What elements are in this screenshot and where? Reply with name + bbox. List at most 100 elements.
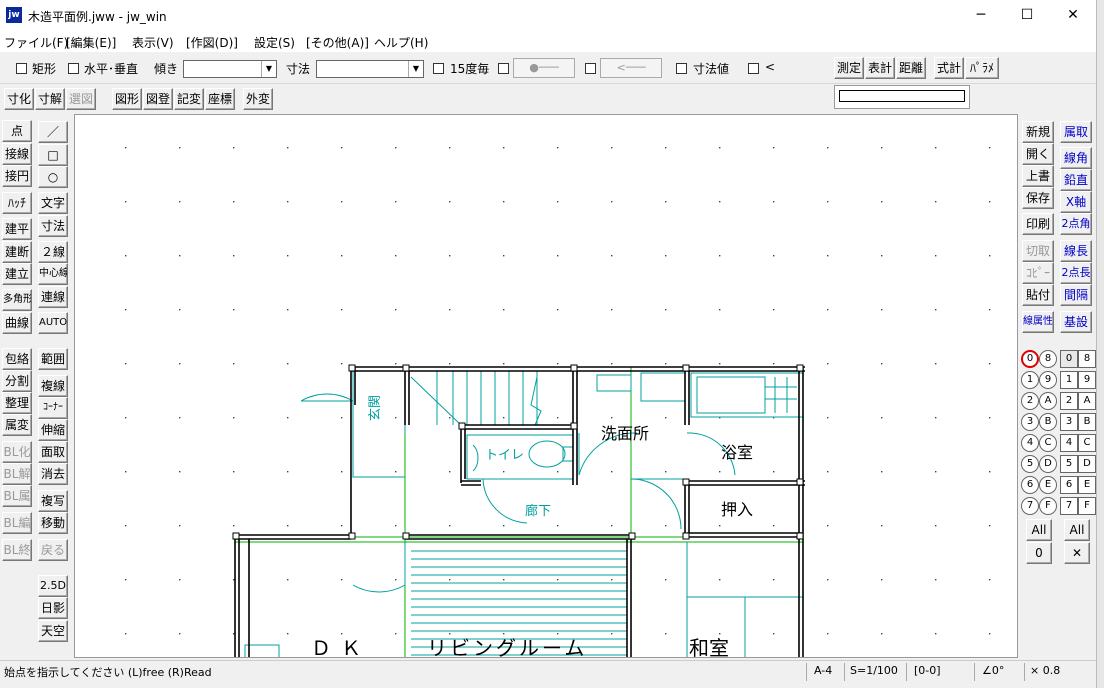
maximize-button[interactable]: ☐ (1004, 0, 1050, 32)
group-button-2[interactable]: 2 (1021, 392, 1039, 410)
layer-button-F[interactable]: F (1078, 497, 1096, 515)
tool-corner[interactable]: ｺｰﾅｰ (38, 397, 68, 419)
group-button-6[interactable]: 6 (1021, 476, 1039, 494)
tool-shadow[interactable]: 日影 (38, 597, 68, 619)
line-angle-button[interactable]: 線角 (1060, 147, 1092, 169)
zoom-display[interactable]: × 0.8 (1030, 664, 1060, 677)
line-type-preview[interactable] (834, 85, 970, 109)
cut-button[interactable]: 切取 (1022, 240, 1054, 262)
tool-attr-change[interactable]: 属変 (2, 414, 32, 436)
tool-auto[interactable]: AUTO (38, 312, 68, 334)
layer-button-D[interactable]: D (1078, 455, 1096, 473)
line-length-button[interactable]: 線長 (1060, 240, 1092, 262)
tool-block-edit[interactable]: BL編 (2, 512, 32, 534)
layer-button-9[interactable]: 9 (1078, 371, 1096, 389)
angle-display[interactable]: ∠0° (982, 664, 1004, 677)
menu-draw[interactable]: [作図(D)] (186, 34, 238, 51)
group-button-C[interactable]: C (1039, 434, 1057, 452)
layer-button-7[interactable]: 7 (1060, 497, 1078, 515)
group-button-4[interactable]: 4 (1021, 434, 1039, 452)
layer-button-5[interactable]: 5 (1060, 455, 1078, 473)
layer-button-0[interactable]: 0 (1060, 350, 1078, 368)
tool-circle[interactable]: ○ (38, 166, 68, 188)
group-all-button[interactable]: All (1026, 519, 1052, 541)
tool-line[interactable]: ／ (38, 121, 68, 143)
group-zero-button[interactable]: 0 (1026, 542, 1052, 564)
group-button-7[interactable]: 7 (1021, 497, 1039, 515)
coordinate-button[interactable]: 座標 (205, 88, 235, 110)
group-button-0[interactable]: 0 (1021, 350, 1039, 368)
tool-hatch[interactable]: ﾊｯﾁ (2, 192, 32, 214)
layer-button-1[interactable]: 1 (1060, 371, 1078, 389)
tool-block-make[interactable]: BL化 (2, 441, 32, 463)
tilt-combo[interactable]: ▼ (183, 60, 277, 78)
tool-parallel[interactable]: 複線 (38, 375, 68, 397)
tool-point[interactable]: 点 (2, 120, 32, 142)
save-button[interactable]: 保存 (1022, 187, 1054, 209)
overwrite-button[interactable]: 上書 (1022, 165, 1054, 187)
paste-button[interactable]: 貼付 (1022, 284, 1054, 306)
minimize-button[interactable]: ─ (958, 0, 1004, 32)
group-button-8[interactable]: 8 (1039, 350, 1057, 368)
copy-button[interactable]: ｺﾋﾟｰ (1022, 262, 1054, 284)
dot-line-checkbox[interactable] (498, 63, 509, 74)
distance-button[interactable]: 距離 (896, 57, 926, 79)
figure-register-button[interactable]: 図登 (143, 88, 173, 110)
figure-button[interactable]: 図形 (112, 88, 142, 110)
tool-text[interactable]: 文字 (38, 192, 68, 214)
open-button[interactable]: 開く (1022, 143, 1054, 165)
menu-settings[interactable]: 設定(S) (254, 34, 295, 51)
layer-button-B[interactable]: B (1078, 413, 1096, 431)
group-button-B[interactable]: B (1039, 413, 1057, 431)
menu-help[interactable]: ヘルプ(H) (374, 34, 428, 51)
line-attr-button[interactable]: 線属性 (1022, 311, 1054, 333)
layer-x-button[interactable]: ✕ (1064, 542, 1090, 564)
two-point-angle-button[interactable]: 2点角 (1060, 213, 1092, 235)
layer-button-6[interactable]: 6 (1060, 476, 1078, 494)
tool-arch-elevation[interactable]: 建立 (2, 263, 32, 285)
layer-button-8[interactable]: 8 (1078, 350, 1096, 368)
arrow-line-button[interactable]: <─── (600, 58, 662, 78)
tool-organize[interactable]: 整理 (2, 392, 32, 414)
tool-arch-section[interactable]: 建断 (2, 241, 32, 263)
tool-block-end[interactable]: BL終 (2, 539, 32, 561)
layer-button-2[interactable]: 2 (1060, 392, 1078, 410)
tool-2-5d[interactable]: 2.5D (38, 575, 68, 597)
group-button-5[interactable]: 5 (1021, 455, 1039, 473)
tool-tangent-circle[interactable]: 接円 (2, 165, 32, 187)
menu-file[interactable]: ファイル(F) (4, 34, 68, 51)
chevron-down-icon[interactable]: ▼ (261, 61, 276, 77)
dimval-checkbox[interactable] (676, 63, 687, 74)
menu-edit[interactable]: [編集(E)] (66, 34, 116, 51)
interval-button[interactable]: 間隔 (1060, 284, 1092, 306)
dot-line-button[interactable]: ●─── (513, 58, 575, 78)
base-setting-button[interactable]: 基設 (1060, 311, 1092, 333)
tool-envelope[interactable]: 包絡 (2, 348, 32, 370)
tool-stretch[interactable]: 伸縮 (38, 419, 68, 441)
drawing-canvas[interactable]: 玄関 トイレ 洗面所 浴室 廊下 押入 ＤＫ リビングルーム 和室 (74, 114, 1018, 658)
chevron-down-icon[interactable]: ▼ (408, 61, 423, 77)
layer-button-4[interactable]: 4 (1060, 434, 1078, 452)
tool-double-line[interactable]: ２線 (38, 241, 68, 263)
tool-rectangle[interactable]: □ (38, 144, 68, 166)
dim-convert-button[interactable]: 寸化 (4, 88, 34, 110)
menu-other[interactable]: [その他(A)] (306, 34, 369, 51)
attr-get-button[interactable]: 属取 (1060, 121, 1092, 143)
select-figure-button[interactable]: 選図 (66, 88, 96, 110)
group-button-1[interactable]: 1 (1021, 371, 1039, 389)
layer-button-E[interactable]: E (1078, 476, 1096, 494)
close-button[interactable]: ✕ (1050, 0, 1096, 32)
group-button-A[interactable]: A (1039, 392, 1057, 410)
layer-all-button[interactable]: All (1064, 519, 1090, 541)
lt-checkbox[interactable] (748, 63, 759, 74)
table-calc-button[interactable]: 表計 (865, 57, 895, 79)
vertical-button[interactable]: 鉛直 (1060, 169, 1092, 191)
x-axis-button[interactable]: X軸 (1060, 191, 1092, 213)
tool-erase[interactable]: 消去 (38, 463, 68, 485)
tool-move[interactable]: 移動 (38, 512, 68, 534)
tool-sky[interactable]: 天空 (38, 620, 68, 642)
formula-calc-button[interactable]: 式計 (934, 57, 964, 79)
group-button-9[interactable]: 9 (1039, 371, 1057, 389)
external-change-button[interactable]: 外変 (243, 88, 273, 110)
group-button-F[interactable]: F (1039, 497, 1057, 515)
